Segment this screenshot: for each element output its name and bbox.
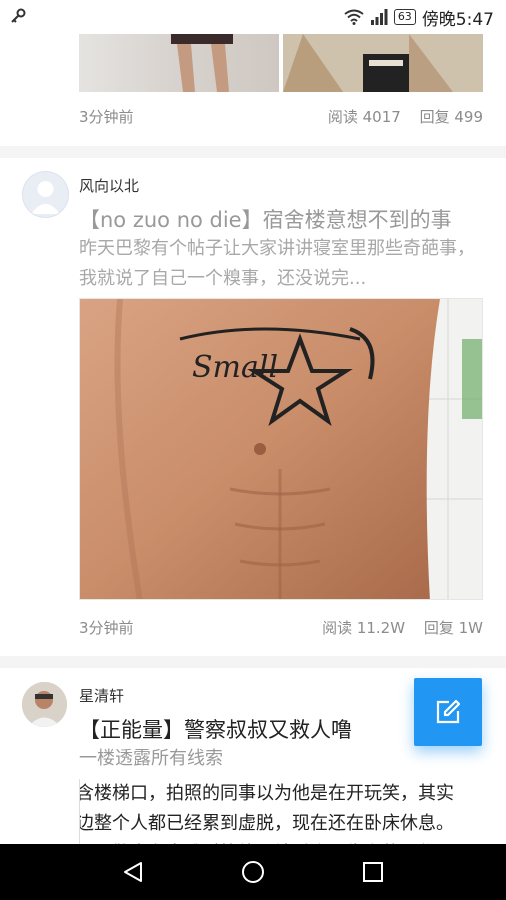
post1-image-2[interactable] (283, 34, 483, 92)
back-button[interactable] (113, 852, 153, 892)
post3-title[interactable]: 【正能量】警察叔叔又救人噜 (79, 714, 409, 744)
home-icon (242, 861, 264, 883)
post1-image-1[interactable] (79, 34, 279, 92)
key-icon (11, 8, 26, 23)
battery-icon: 63 (393, 9, 416, 25)
post3-author[interactable]: 星清轩 (79, 685, 124, 706)
post1-reads: 阅读 4017 (327, 108, 401, 126)
status-time: 傍晚5:47 (421, 9, 494, 30)
signal-icon (370, 9, 388, 25)
post2-replies: 回复 1W (423, 619, 483, 637)
wifi-icon (344, 9, 364, 25)
navigation-bar (0, 844, 506, 900)
post1-meta: 3分钟前 阅读 4017 回复 499 (79, 106, 483, 127)
avatar[interactable] (22, 682, 67, 727)
compose-button[interactable] (414, 678, 482, 746)
compose-icon (436, 699, 461, 724)
avatar[interactable] (22, 171, 69, 218)
post1-replies: 回复 499 (419, 108, 483, 126)
quote-line: 边整个人都已经累到虚脱，现在还在卧床休息。 (79, 813, 454, 834)
recents-icon (363, 862, 383, 882)
post2-author[interactable]: 风向以北 (79, 175, 139, 196)
post3-subtitle[interactable]: 一楼透露所有线索 (79, 744, 479, 774)
post2-photo[interactable]: Small (79, 298, 483, 600)
quote-line: 含楼梯口，拍照的同事以为他是在开玩笑，其实 (79, 783, 454, 804)
recents-button[interactable] (353, 852, 393, 892)
post2-excerpt[interactable]: 昨天巴黎有个帖子让大家讲讲寝室里那些奇葩事，我就说了自己一个糗事，还没说完... (79, 234, 479, 294)
post2-title[interactable]: 【no zuo no die】宿舍楼意想不到的事 (79, 204, 489, 234)
post2-time: 3分钟前 (79, 619, 134, 637)
post3-quote-image[interactable]: 含楼梯口，拍照的同事以为他是在开玩笑，其实 边整个人都已经累到虚脱，现在还在卧床… (79, 779, 484, 849)
status-bar: 63 傍晚5:47 (0, 0, 506, 34)
post2-meta: 3分钟前 阅读 11.2W 回复 1W (79, 617, 483, 638)
divider (0, 146, 506, 158)
post1-time: 3分钟前 (79, 108, 134, 126)
back-icon (124, 862, 142, 882)
divider (0, 656, 506, 668)
post2-reads: 阅读 11.2W (322, 619, 406, 637)
home-button[interactable] (233, 852, 273, 892)
